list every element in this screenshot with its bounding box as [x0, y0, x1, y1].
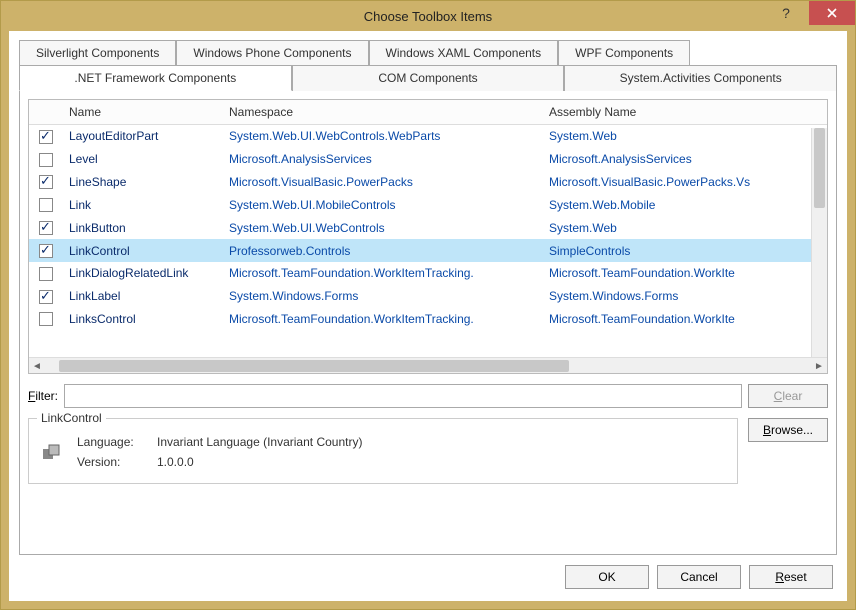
- table-row[interactable]: LinksControlMicrosoft.TeamFoundation.Wor…: [29, 308, 827, 331]
- cell-assembly: System.Web.Mobile: [543, 193, 827, 216]
- cell-namespace: System.Web.UI.MobileControls: [223, 193, 543, 216]
- cell-name: Link: [63, 193, 223, 216]
- cell-assembly: Microsoft.TeamFoundation.WorkIte: [543, 308, 827, 331]
- cell-assembly: SimpleControls: [543, 239, 827, 262]
- content-area: Silverlight Components Windows Phone Com…: [1, 31, 855, 609]
- table-row[interactable]: LinkSystem.Web.UI.MobileControlsSystem.W…: [29, 193, 827, 216]
- cell-name: LinkControl: [63, 239, 223, 262]
- cell-name: LineShape: [63, 171, 223, 194]
- tab-windows-phone[interactable]: Windows Phone Components: [176, 40, 368, 65]
- row-checkbox[interactable]: [39, 198, 53, 212]
- cell-assembly: System.Web: [543, 125, 827, 148]
- details-legend: LinkControl: [37, 411, 106, 425]
- help-button[interactable]: ?: [763, 1, 809, 25]
- clear-button[interactable]: Clear: [748, 384, 828, 408]
- components-table: Name Namespace Assembly Name LayoutEdito…: [29, 100, 827, 330]
- language-value: Invariant Language (Invariant Country): [157, 435, 362, 449]
- row-checkbox[interactable]: [39, 153, 53, 167]
- horizontal-scroll-thumb[interactable]: [59, 360, 569, 372]
- cell-namespace: System.Web.UI.WebControls: [223, 216, 543, 239]
- window-title: Choose Toolbox Items: [1, 9, 855, 24]
- browse-button[interactable]: Browse...: [748, 418, 828, 442]
- table-row[interactable]: LinkDialogRelatedLinkMicrosoft.TeamFound…: [29, 262, 827, 285]
- horizontal-scrollbar[interactable]: ◄ ►: [29, 357, 827, 373]
- cell-namespace: Professorweb.Controls: [223, 239, 543, 262]
- table-row[interactable]: LinkButtonSystem.Web.UI.WebControlsSyste…: [29, 216, 827, 239]
- tab-body: Name Namespace Assembly Name LayoutEdito…: [19, 90, 837, 555]
- cell-assembly: Microsoft.TeamFoundation.WorkIte: [543, 262, 827, 285]
- cell-name: LinkDialogRelatedLink: [63, 262, 223, 285]
- language-label: Language:: [77, 435, 157, 449]
- reset-button[interactable]: Reset: [749, 565, 833, 589]
- header-checkbox[interactable]: [29, 100, 63, 125]
- cell-name: Level: [63, 148, 223, 171]
- row-checkbox[interactable]: [39, 221, 53, 235]
- tab-net-framework[interactable]: .NET Framework Components: [19, 65, 292, 91]
- details-row: LinkControl Language: Invariant Language…: [28, 418, 828, 484]
- components-grid: Name Namespace Assembly Name LayoutEdito…: [28, 99, 828, 374]
- cell-namespace: Microsoft.TeamFoundation.WorkItemTrackin…: [223, 308, 543, 331]
- cell-namespace: Microsoft.VisualBasic.PowerPacks: [223, 171, 543, 194]
- table-row[interactable]: LayoutEditorPartSystem.Web.UI.WebControl…: [29, 125, 827, 148]
- cell-assembly: System.Web: [543, 216, 827, 239]
- close-button[interactable]: [809, 1, 855, 25]
- row-checkbox[interactable]: [39, 244, 53, 258]
- cell-name: LinkButton: [63, 216, 223, 239]
- tab-system-activities[interactable]: System.Activities Components: [564, 65, 837, 91]
- filter-input[interactable]: [64, 384, 742, 408]
- table-row[interactable]: LinkControlProfessorweb.ControlsSimpleCo…: [29, 239, 827, 262]
- titlebar: Choose Toolbox Items ?: [1, 1, 855, 31]
- vertical-scroll-thumb[interactable]: [814, 128, 825, 208]
- cell-namespace: Microsoft.TeamFoundation.WorkItemTrackin…: [223, 262, 543, 285]
- close-icon: [827, 8, 837, 18]
- table-row[interactable]: LinkLabelSystem.Windows.FormsSystem.Wind…: [29, 285, 827, 308]
- component-icon: [41, 443, 63, 465]
- table-row[interactable]: LineShapeMicrosoft.VisualBasic.PowerPack…: [29, 171, 827, 194]
- vertical-scrollbar[interactable]: [811, 128, 827, 357]
- tab-silverlight[interactable]: Silverlight Components: [19, 40, 176, 65]
- row-checkbox[interactable]: [39, 290, 53, 304]
- footer-buttons: OK Cancel Reset: [19, 555, 837, 591]
- scroll-left-arrow[interactable]: ◄: [29, 358, 45, 374]
- cell-assembly: Microsoft.AnalysisServices: [543, 148, 827, 171]
- version-label: Version:: [77, 455, 157, 469]
- cell-assembly: Microsoft.VisualBasic.PowerPacks.Vs: [543, 171, 827, 194]
- cell-namespace: System.Windows.Forms: [223, 285, 543, 308]
- row-checkbox[interactable]: [39, 312, 53, 326]
- row-checkbox[interactable]: [39, 267, 53, 281]
- header-name[interactable]: Name: [63, 100, 223, 125]
- tab-wpf[interactable]: WPF Components: [558, 40, 690, 65]
- tabs-row-lower: .NET Framework Components COM Components…: [19, 64, 837, 90]
- details-kv: Language: Invariant Language (Invariant …: [77, 435, 362, 469]
- header-assembly[interactable]: Assembly Name: [543, 100, 827, 125]
- version-value: 1.0.0.0: [157, 455, 362, 469]
- row-checkbox[interactable]: [39, 130, 53, 144]
- titlebar-buttons: ?: [763, 1, 855, 25]
- tab-windows-xaml[interactable]: Windows XAML Components: [369, 40, 559, 65]
- table-row[interactable]: LevelMicrosoft.AnalysisServicesMicrosoft…: [29, 148, 827, 171]
- grid-viewport: Name Namespace Assembly Name LayoutEdito…: [29, 100, 827, 357]
- tab-com[interactable]: COM Components: [292, 65, 565, 91]
- cell-assembly: System.Windows.Forms: [543, 285, 827, 308]
- cancel-button[interactable]: Cancel: [657, 565, 741, 589]
- dialog-window: Choose Toolbox Items ? Silverlight Compo…: [0, 0, 856, 610]
- tabs-row-upper: Silverlight Components Windows Phone Com…: [19, 39, 837, 64]
- cell-namespace: System.Web.UI.WebControls.WebParts: [223, 125, 543, 148]
- filter-label: Filter:: [28, 389, 58, 403]
- header-row: Name Namespace Assembly Name: [29, 100, 827, 125]
- row-checkbox[interactable]: [39, 175, 53, 189]
- filter-row: Filter: Clear: [28, 384, 828, 408]
- details-inner: Language: Invariant Language (Invariant …: [41, 435, 725, 469]
- cell-name: LinkLabel: [63, 285, 223, 308]
- cell-name: LinksControl: [63, 308, 223, 331]
- ok-button[interactable]: OK: [565, 565, 649, 589]
- cell-name: LayoutEditorPart: [63, 125, 223, 148]
- header-namespace[interactable]: Namespace: [223, 100, 543, 125]
- cell-namespace: Microsoft.AnalysisServices: [223, 148, 543, 171]
- details-groupbox: LinkControl Language: Invariant Language…: [28, 418, 738, 484]
- scroll-right-arrow[interactable]: ►: [811, 358, 827, 374]
